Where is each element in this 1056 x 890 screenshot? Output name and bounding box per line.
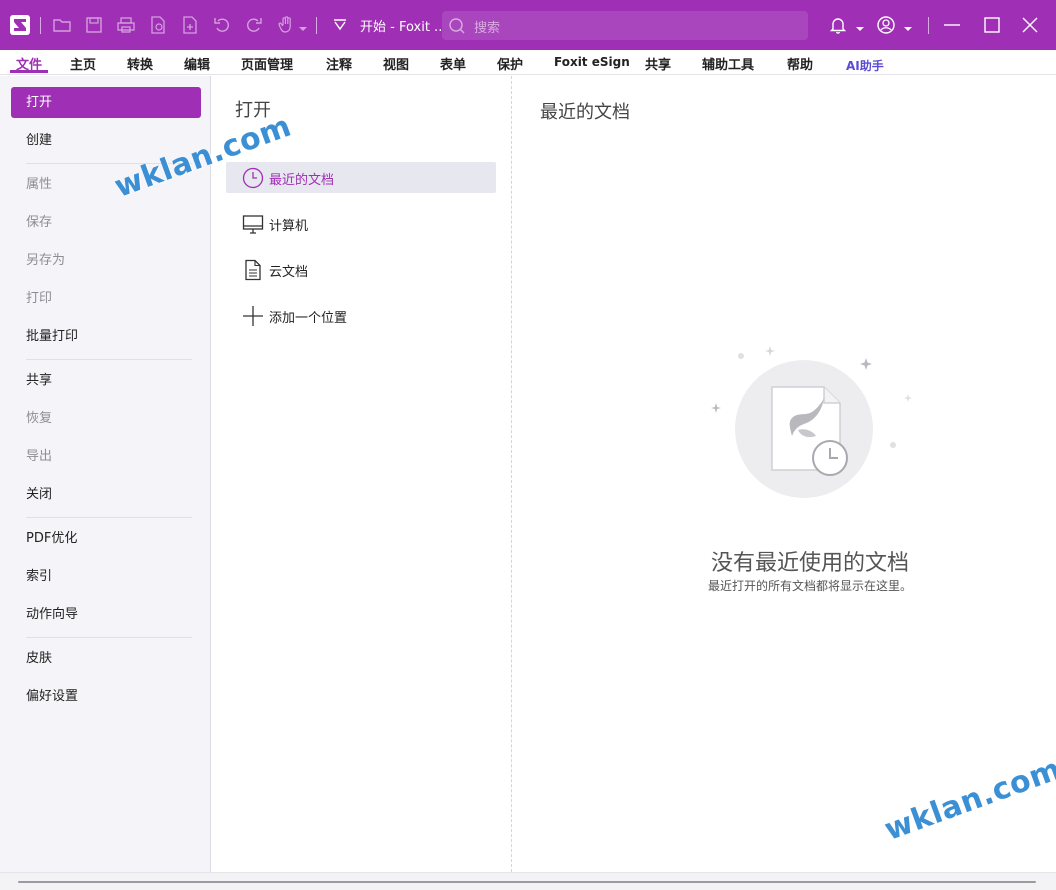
- sidebar-item-preferences[interactable]: 偏好设置: [11, 681, 201, 712]
- tab-ai-assistant[interactable]: AI助手: [846, 57, 884, 74]
- document-icon: [242, 259, 264, 281]
- new-document-icon[interactable]: [180, 15, 200, 35]
- sidebar-item-batch-print[interactable]: 批量打印: [11, 321, 201, 352]
- tab-accessibility[interactable]: 辅助工具: [702, 54, 754, 73]
- panel-divider: [511, 76, 512, 872]
- window-title: 开始 - Foxit ...: [360, 20, 447, 35]
- redo-icon[interactable]: [244, 15, 264, 35]
- undo-icon[interactable]: [212, 15, 232, 35]
- account-chevron-down-icon[interactable]: [903, 19, 913, 31]
- account-avatar-icon[interactable]: [876, 15, 896, 35]
- sidebar-item-export: 导出: [26, 449, 53, 464]
- tab-convert[interactable]: 转换: [127, 54, 153, 73]
- sidebar-item-pdf-optimize[interactable]: PDF优化: [11, 523, 201, 554]
- location-computer[interactable]: 计算机: [226, 208, 496, 239]
- location-label: 云文档: [269, 265, 309, 280]
- tab-share[interactable]: 共享: [645, 54, 671, 73]
- hand-tool-icon[interactable]: [276, 15, 296, 35]
- title-separator: [40, 17, 41, 34]
- watermark-text: wklan.com: [880, 751, 1056, 848]
- sidebar-item-save: 保存: [26, 215, 53, 230]
- location-recent-documents[interactable]: 最近的文档: [226, 162, 496, 193]
- sidebar-item-restore: 恢复: [26, 411, 53, 426]
- maximize-icon[interactable]: [982, 15, 1002, 35]
- sidebar-item-save-as: 另存为: [26, 253, 66, 268]
- tab-protect[interactable]: 保护: [497, 54, 523, 73]
- recent-documents-heading: 最近的文档: [540, 102, 630, 123]
- active-tab-indicator: [10, 70, 48, 73]
- sidebar-divider: [26, 359, 192, 360]
- title-separator: [928, 17, 929, 34]
- sidebar-item-skins[interactable]: 皮肤: [11, 643, 201, 674]
- sidebar-item-print: 打印: [26, 291, 53, 306]
- search-input[interactable]: 搜索: [474, 17, 500, 36]
- clock-icon: [242, 167, 264, 189]
- sidebar-divider: [26, 517, 192, 518]
- foxit-logo-icon: [10, 15, 30, 35]
- location-label: 添加一个位置: [269, 311, 348, 326]
- location-add-place[interactable]: 添加一个位置: [226, 300, 496, 331]
- tab-home[interactable]: 主页: [70, 54, 96, 73]
- tab-comment[interactable]: 注释: [326, 54, 352, 73]
- location-label: 最近的文档: [269, 173, 335, 188]
- notification-bell-icon[interactable]: [828, 15, 848, 35]
- customize-toolbar-chevron-icon[interactable]: [330, 15, 350, 35]
- plus-icon: [242, 305, 264, 327]
- tab-foxit-esign[interactable]: Foxit eSign: [554, 55, 630, 69]
- sidebar-divider: [26, 637, 192, 638]
- tab-view[interactable]: 视图: [383, 54, 409, 73]
- location-label: 计算机: [269, 219, 309, 234]
- title-bar: 开始 - Foxit ... 搜索: [0, 0, 1056, 50]
- tab-help[interactable]: 帮助: [787, 54, 813, 73]
- close-icon[interactable]: [1020, 15, 1040, 35]
- ribbon-tab-bar: 文件 主页 转换 编辑 页面管理 注释 视图 表单 保护 Foxit eSign…: [0, 50, 1056, 75]
- sidebar-item-index[interactable]: 索引: [11, 561, 201, 592]
- search-icon: [448, 17, 466, 39]
- monitor-icon: [242, 213, 264, 235]
- open-folder-icon[interactable]: [52, 15, 72, 35]
- location-cloud-documents[interactable]: 云文档: [226, 254, 496, 285]
- save-icon[interactable]: [84, 15, 104, 35]
- sidebar-item-share[interactable]: 共享: [11, 365, 201, 396]
- empty-state-title: 没有最近使用的文档: [710, 551, 909, 576]
- status-bar: [0, 872, 1056, 890]
- minimize-icon[interactable]: [942, 15, 962, 35]
- sidebar-item-close[interactable]: 关闭: [11, 479, 201, 510]
- scan-document-icon[interactable]: [148, 15, 168, 35]
- search-box[interactable]: 搜索: [442, 11, 808, 40]
- tab-edit[interactable]: 编辑: [184, 54, 210, 73]
- sidebar-item-open[interactable]: 打开: [11, 87, 201, 118]
- tab-form[interactable]: 表单: [440, 54, 466, 73]
- horizontal-scrollbar[interactable]: [18, 881, 1036, 883]
- empty-recent-illustration: [700, 340, 920, 510]
- tab-page-management[interactable]: 页面管理: [241, 54, 293, 73]
- hand-tool-chevron-down-icon[interactable]: [298, 19, 308, 31]
- print-icon[interactable]: [116, 15, 136, 35]
- empty-state-subtitle: 最近打开的所有文档都将显示在这里。: [707, 579, 912, 593]
- sidebar-item-action-wizard[interactable]: 动作向导: [11, 599, 201, 630]
- notification-chevron-down-icon[interactable]: [855, 19, 865, 31]
- title-separator: [316, 17, 317, 34]
